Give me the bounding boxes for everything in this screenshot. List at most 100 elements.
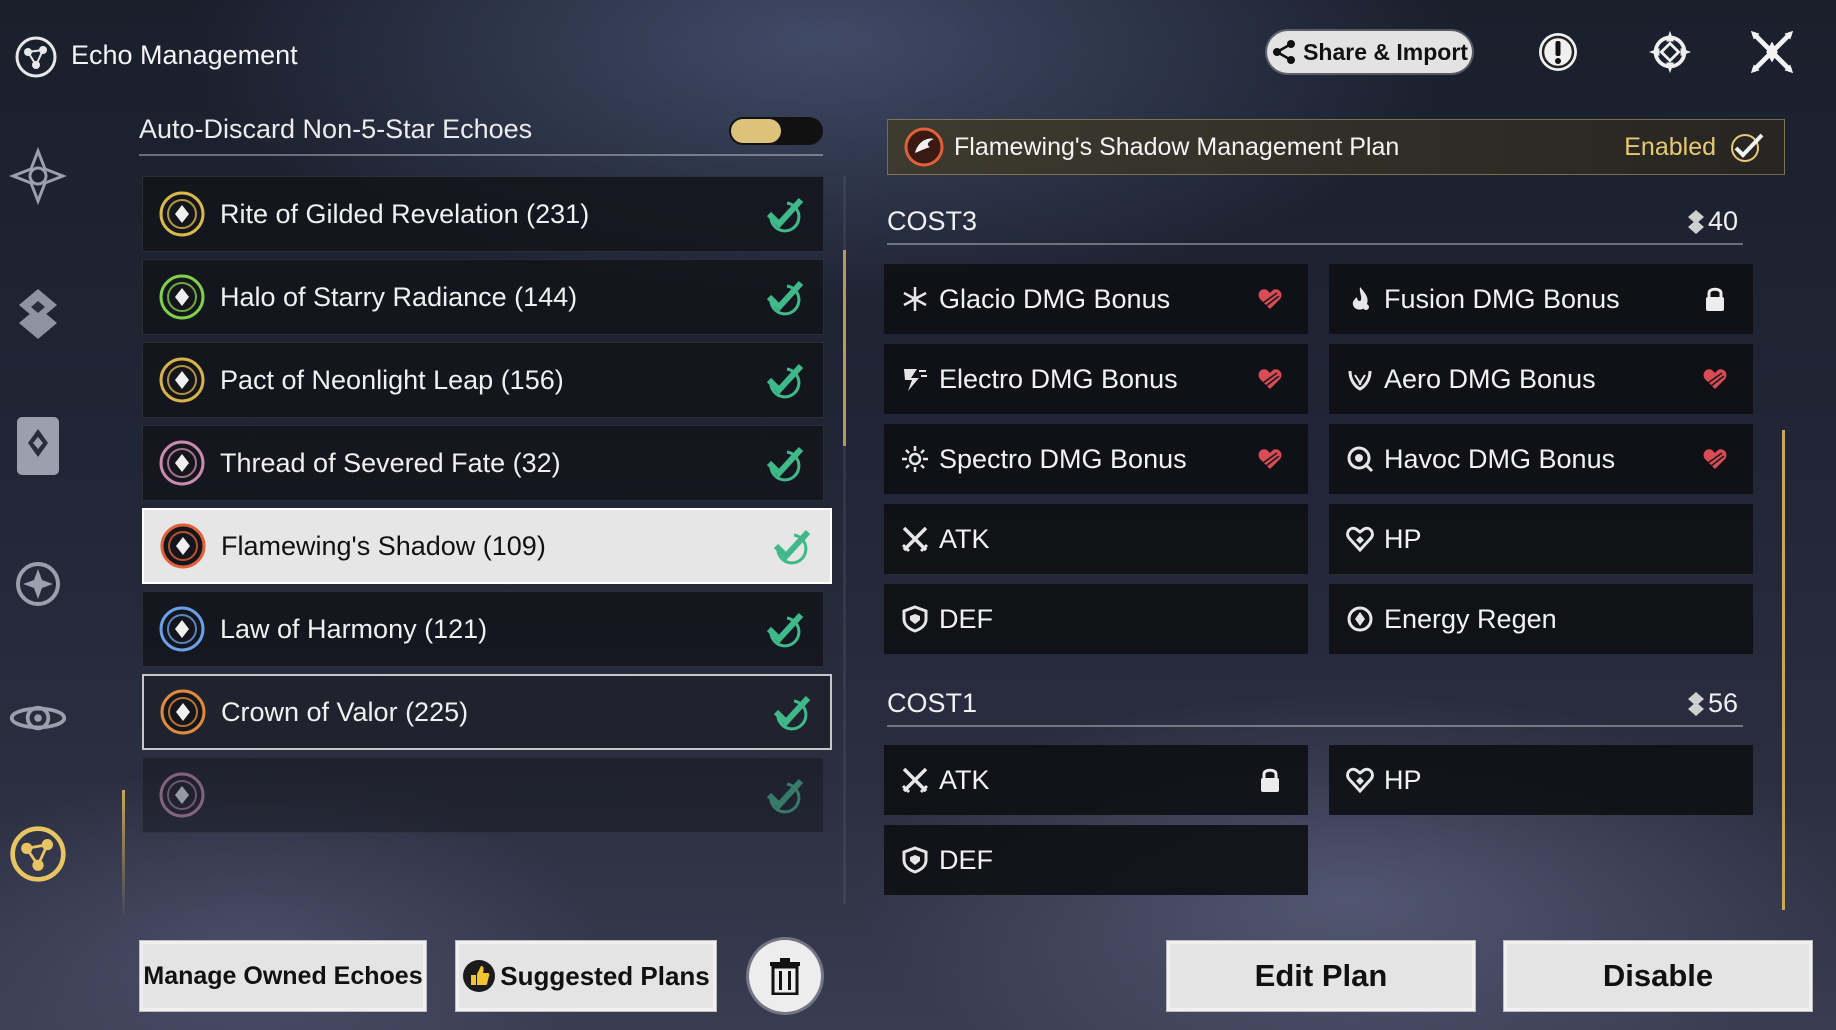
stat-option[interactable]: HP xyxy=(1329,504,1753,574)
stat-option[interactable]: HP xyxy=(1329,745,1753,815)
havoc-icon xyxy=(1345,444,1375,474)
sonata-set-icon xyxy=(159,274,205,320)
stat-name: HP xyxy=(1384,523,1422,554)
auto-discard-toggle[interactable] xyxy=(729,117,823,145)
share-import-label: Share & Import xyxy=(1303,38,1468,65)
atk-icon xyxy=(900,765,930,795)
energy-regen-icon xyxy=(1345,604,1375,634)
check-icon xyxy=(761,776,805,814)
check-icon xyxy=(761,278,805,316)
alert-icon[interactable] xyxy=(1534,28,1582,76)
stat-option[interactable]: Glacio DMG Bonus xyxy=(884,264,1308,334)
set-name: Halo of Starry Radiance (144) xyxy=(220,281,578,312)
set-row[interactable]: Halo of Starry Radiance (144) xyxy=(142,259,824,335)
set-row[interactable] xyxy=(142,757,824,833)
lock-icon[interactable] xyxy=(1256,766,1284,794)
set-row[interactable]: Pact of Neonlight Leap (156) xyxy=(142,342,824,418)
stat-name: Fusion DMG Bonus xyxy=(1384,283,1620,314)
stat-name: DEF xyxy=(939,603,993,634)
tuner-icon[interactable] xyxy=(8,688,68,748)
heart-icon[interactable] xyxy=(1256,445,1284,473)
check-icon xyxy=(761,361,805,399)
set-name: Crown of Valor (225) xyxy=(221,696,469,727)
cost3-count: 40 xyxy=(1686,206,1738,237)
echo-management-icon[interactable] xyxy=(8,824,68,884)
cost3-title: COST3 xyxy=(887,206,978,236)
set-row[interactable]: Crown of Valor (225) xyxy=(142,674,832,750)
fusion-icon xyxy=(1345,284,1375,314)
stat-name: DEF xyxy=(939,844,993,875)
sonata-set-icon xyxy=(160,523,206,569)
set-row[interactable]: Rite of Gilded Revelation (231) xyxy=(142,176,824,252)
echo-card-icon[interactable] xyxy=(8,416,68,476)
close-icon[interactable] xyxy=(1748,28,1796,76)
set-row[interactable]: Flamewing's Shadow (109) xyxy=(142,508,832,584)
flamewing-icon xyxy=(904,127,944,167)
heart-icon[interactable] xyxy=(1701,365,1729,393)
manage-owned-echoes-button[interactable]: Manage Owned Echoes xyxy=(139,940,427,1012)
plan-scrollbar[interactable] xyxy=(1782,430,1785,910)
check-icon xyxy=(768,527,812,565)
sonata-set-icon xyxy=(159,357,205,403)
sonata-set-icon xyxy=(159,191,205,237)
stat-option[interactable]: DEF xyxy=(884,825,1308,895)
stat-option[interactable]: ATK xyxy=(884,745,1308,815)
nav-active-rail xyxy=(122,790,125,920)
echo-count-icon xyxy=(1686,691,1706,717)
resonance-icon[interactable] xyxy=(1646,28,1694,76)
set-list: Rite of Gilded Revelation (231) Halo of S… xyxy=(142,176,832,904)
set-list-scrollbar[interactable] xyxy=(843,250,846,446)
set-name: Rite of Gilded Revelation (231) xyxy=(220,198,590,229)
sonata-icon[interactable] xyxy=(8,554,68,614)
def-icon xyxy=(900,845,930,875)
set-row[interactable]: Thread of Severed Fate (32) xyxy=(142,425,824,501)
set-name: Flamewing's Shadow (109) xyxy=(221,530,546,561)
cost1-title: COST1 xyxy=(887,688,978,718)
electro-icon xyxy=(900,364,930,394)
stat-name: Spectro DMG Bonus xyxy=(939,443,1187,474)
weapon-icon[interactable] xyxy=(8,284,68,344)
echo-logo-icon xyxy=(13,34,59,80)
delete-button[interactable] xyxy=(749,940,821,1012)
edit-plan-button[interactable]: Edit Plan xyxy=(1166,940,1476,1012)
stat-name: Havoc DMG Bonus xyxy=(1384,443,1616,474)
def-icon xyxy=(900,604,930,634)
check-icon xyxy=(768,693,812,731)
disable-button[interactable]: Disable xyxy=(1503,940,1813,1012)
plan-header: Flamewing's Shadow Management Plan Enabl… xyxy=(887,119,1785,175)
heart-icon[interactable] xyxy=(1256,365,1284,393)
stat-option[interactable]: Havoc DMG Bonus xyxy=(1329,424,1753,494)
stat-option[interactable]: Electro DMG Bonus xyxy=(884,344,1308,414)
sonata-set-icon xyxy=(159,440,205,486)
atk-icon xyxy=(900,524,930,554)
thumbs-up-icon xyxy=(462,959,496,993)
glacio-icon xyxy=(900,284,930,314)
cost1-count: 56 xyxy=(1686,688,1738,719)
resonator-icon[interactable] xyxy=(8,146,68,206)
heart-icon[interactable] xyxy=(1256,285,1284,313)
heart-icon[interactable] xyxy=(1701,445,1729,473)
trash-icon xyxy=(768,957,802,995)
set-row[interactable]: Law of Harmony (121) xyxy=(142,591,824,667)
check-icon xyxy=(761,610,805,648)
share-icon xyxy=(1271,39,1297,65)
plan-status: Enabled xyxy=(1624,132,1716,161)
cost1-divider xyxy=(887,725,1743,727)
stat-name: ATK xyxy=(939,764,990,795)
set-name: Pact of Neonlight Leap (156) xyxy=(220,364,564,395)
share-import-button[interactable]: Share & Import xyxy=(1267,31,1472,73)
stat-name: Electro DMG Bonus xyxy=(939,363,1178,394)
plan-title: Flamewing's Shadow Management Plan xyxy=(954,132,1400,161)
stat-option[interactable]: Energy Regen xyxy=(1329,584,1753,654)
stat-option[interactable]: ATK xyxy=(884,504,1308,574)
stat-option[interactable]: Fusion DMG Bonus xyxy=(1329,264,1753,334)
stat-option[interactable]: Aero DMG Bonus xyxy=(1329,344,1753,414)
auto-discard-label: Auto-Discard Non-5-Star Echoes xyxy=(139,114,533,144)
stat-option[interactable]: DEF xyxy=(884,584,1308,654)
set-name: Law of Harmony (121) xyxy=(220,613,488,644)
stat-option[interactable]: Spectro DMG Bonus xyxy=(884,424,1308,494)
lock-icon[interactable] xyxy=(1701,285,1729,313)
cost3-divider xyxy=(887,243,1743,245)
sonata-set-icon xyxy=(160,689,206,735)
suggested-plans-button[interactable]: Suggested Plans xyxy=(455,940,717,1012)
